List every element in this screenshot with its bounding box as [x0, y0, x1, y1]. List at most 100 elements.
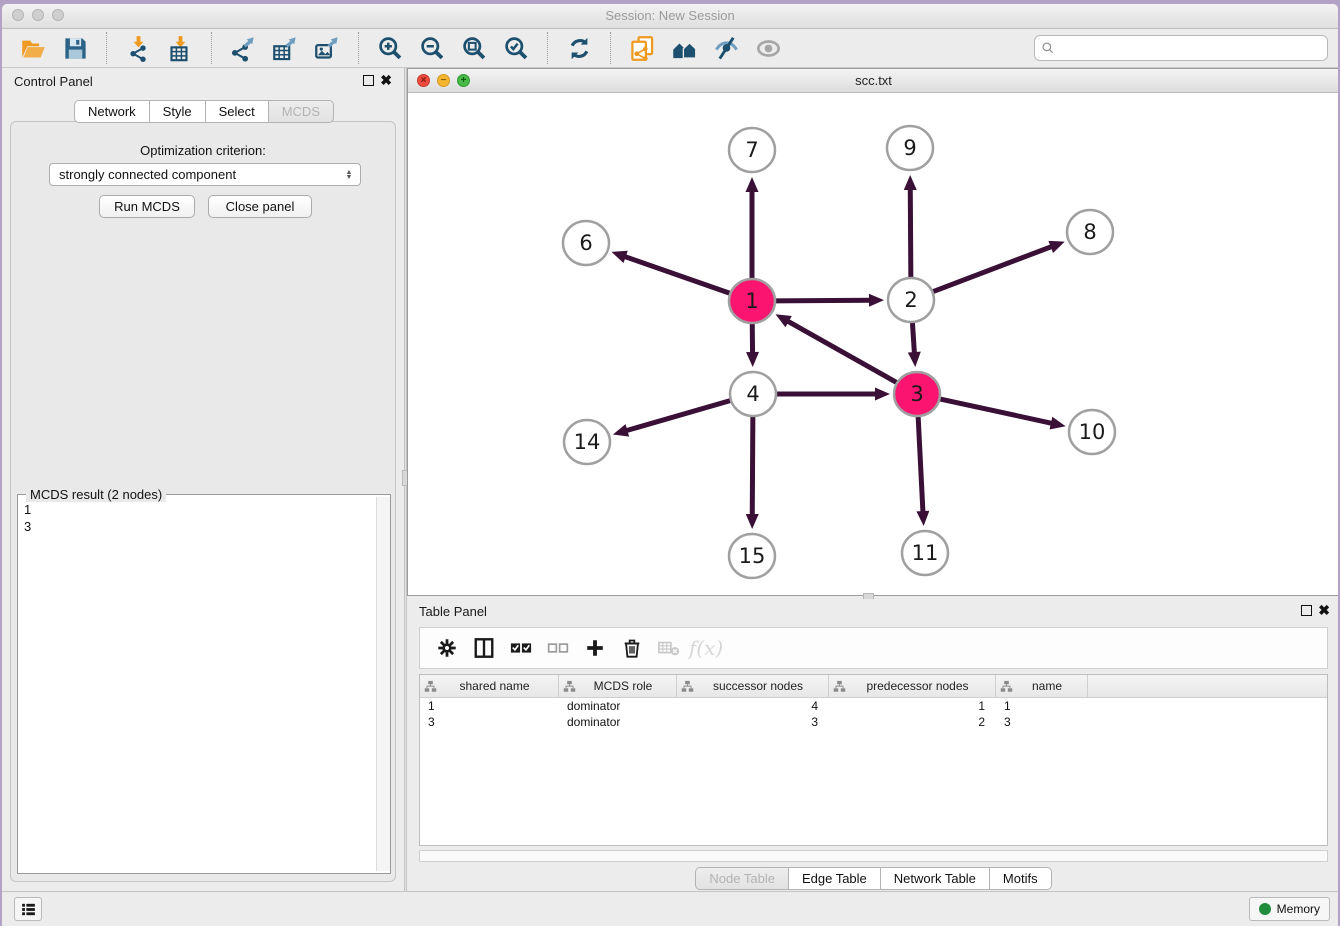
node-label: 14: [574, 430, 601, 454]
arrowhead-icon: [611, 251, 627, 263]
select-all-icon[interactable]: [504, 632, 538, 664]
result-line: 1: [24, 501, 370, 518]
arrowhead-icon: [908, 352, 921, 367]
table-tab-edge-table[interactable]: Edge Table: [789, 867, 881, 890]
table-tab-motifs[interactable]: Motifs: [990, 867, 1052, 890]
export-table-icon[interactable]: [270, 33, 300, 63]
task-history-button[interactable]: [14, 897, 42, 921]
hide-selected-icon[interactable]: [711, 33, 741, 63]
graph-node-11[interactable]: 11: [902, 531, 948, 575]
node-table[interactable]: shared nameMCDS rolesuccessor nodesprede…: [419, 674, 1328, 846]
tab-style[interactable]: Style: [150, 100, 206, 123]
edge-2-3[interactable]: [912, 322, 914, 354]
search-box[interactable]: [1034, 35, 1328, 61]
table-cell: 4: [677, 698, 829, 714]
apply-layout-icon[interactable]: [564, 33, 594, 63]
graph-node-9[interactable]: 9: [887, 126, 933, 170]
edge-1-6[interactable]: [624, 256, 731, 294]
zoom-in-icon[interactable]: [375, 33, 405, 63]
graph-node-15[interactable]: 15: [729, 534, 775, 578]
search-input[interactable]: [1059, 38, 1327, 58]
memory-button[interactable]: Memory: [1249, 897, 1330, 921]
new-network-from-selection-icon[interactable]: [627, 33, 657, 63]
first-neighbors-icon[interactable]: [669, 33, 699, 63]
graph-node-2[interactable]: 2: [888, 278, 934, 322]
tab-network[interactable]: Network: [74, 100, 150, 123]
column-header-predecessor-nodes[interactable]: predecessor nodes: [829, 675, 996, 697]
table-close-panel-icon[interactable]: ✖: [1318, 602, 1330, 618]
graph-node-4[interactable]: 4: [730, 372, 776, 416]
edge-3-1[interactable]: [787, 321, 898, 384]
run-mcds-button[interactable]: Run MCDS: [99, 195, 195, 218]
close-panel-icon[interactable]: ✖: [380, 72, 392, 88]
delete-column-icon[interactable]: [615, 632, 649, 664]
table-row[interactable]: 1dominator411: [420, 698, 1327, 714]
network-graph[interactable]: 1 2 3 4 6 7 8 9 10 11 14 15: [408, 93, 1338, 595]
edge-1-2[interactable]: [774, 300, 871, 301]
table-cell: 3: [996, 714, 1088, 730]
result-scrollbar[interactable]: [376, 497, 390, 871]
graph-node-1[interactable]: 1: [729, 279, 775, 323]
table-panel-header: Table Panel ✖: [407, 599, 1338, 625]
export-image-icon[interactable]: [312, 33, 342, 63]
criterion-selected-value: strongly connected component: [50, 167, 342, 182]
float-panel-icon[interactable]: [363, 75, 374, 86]
table-cell: dominator: [559, 714, 677, 730]
tab-mcds[interactable]: MCDS: [269, 100, 334, 123]
node-label: 7: [745, 138, 758, 162]
toolbar-group: [358, 32, 547, 64]
import-network-icon[interactable]: [123, 33, 153, 63]
save-session-icon[interactable]: [60, 33, 90, 63]
criterion-select[interactable]: strongly connected component ▲▼: [49, 163, 361, 186]
edge-2-9[interactable]: [910, 188, 911, 278]
table-tabs: Node TableEdge TableNetwork TableMotifs: [407, 867, 1338, 890]
table-toolbar: f(x): [419, 627, 1328, 669]
import-table-icon[interactable]: [165, 33, 195, 63]
edge-4-14[interactable]: [625, 400, 731, 431]
close-panel-button[interactable]: Close panel: [208, 195, 312, 218]
deselect-all-icon[interactable]: [541, 632, 575, 664]
zoom-out-icon[interactable]: [417, 33, 447, 63]
graph-node-3[interactable]: 3: [894, 372, 940, 416]
mcds-result-box: MCDS result (2 nodes) 13: [17, 494, 391, 874]
column-header-shared-name[interactable]: shared name: [420, 675, 559, 697]
graph-node-14[interactable]: 14: [564, 420, 610, 464]
column-header-successor-nodes[interactable]: successor nodes: [677, 675, 829, 697]
table-tab-node-table[interactable]: Node Table: [695, 867, 789, 890]
settings-gear-icon[interactable]: [430, 632, 464, 664]
status-bar: Memory: [2, 891, 1338, 926]
edge-4-15[interactable]: [752, 416, 753, 516]
column-header-name[interactable]: name: [996, 675, 1088, 697]
table-tab-network-table[interactable]: Network Table: [881, 867, 990, 890]
edge-2-8[interactable]: [932, 246, 1053, 292]
split-panel-icon[interactable]: [467, 632, 501, 664]
table-header-row: shared nameMCDS rolesuccessor nodesprede…: [420, 675, 1327, 698]
zoom-selected-icon[interactable]: [501, 33, 531, 63]
window-titlebar: Session: New Session: [2, 4, 1338, 29]
graph-node-10[interactable]: 10: [1069, 410, 1115, 454]
toolbar-group: [2, 32, 106, 64]
tab-select[interactable]: Select: [206, 100, 269, 123]
arrowhead-icon: [916, 511, 929, 526]
graph-node-6[interactable]: 6: [563, 221, 609, 265]
table-hscrollbar[interactable]: [419, 850, 1328, 862]
arrowhead-icon: [746, 352, 759, 367]
node-label: 2: [904, 288, 917, 312]
graph-node-7[interactable]: 7: [729, 128, 775, 172]
open-session-icon[interactable]: [18, 33, 48, 63]
show-all-icon: [753, 33, 783, 63]
network-frame-title: scc.txt: [408, 73, 1338, 88]
add-column-icon[interactable]: [578, 632, 612, 664]
zoom-fit-icon[interactable]: [459, 33, 489, 63]
table-cell: dominator: [559, 698, 677, 714]
edge-3-11[interactable]: [918, 416, 923, 513]
node-label: 11: [912, 541, 939, 565]
edge-3-10[interactable]: [938, 399, 1052, 424]
column-header-MCDS-role[interactable]: MCDS role: [559, 675, 677, 697]
table-float-panel-icon[interactable]: [1301, 605, 1312, 616]
main-toolbar-groups: [2, 32, 799, 64]
export-network-icon[interactable]: [228, 33, 258, 63]
table-row[interactable]: 3dominator323: [420, 714, 1327, 730]
mcds-panel: Optimization criterion: strongly connect…: [10, 121, 396, 882]
graph-node-8[interactable]: 8: [1067, 210, 1113, 254]
